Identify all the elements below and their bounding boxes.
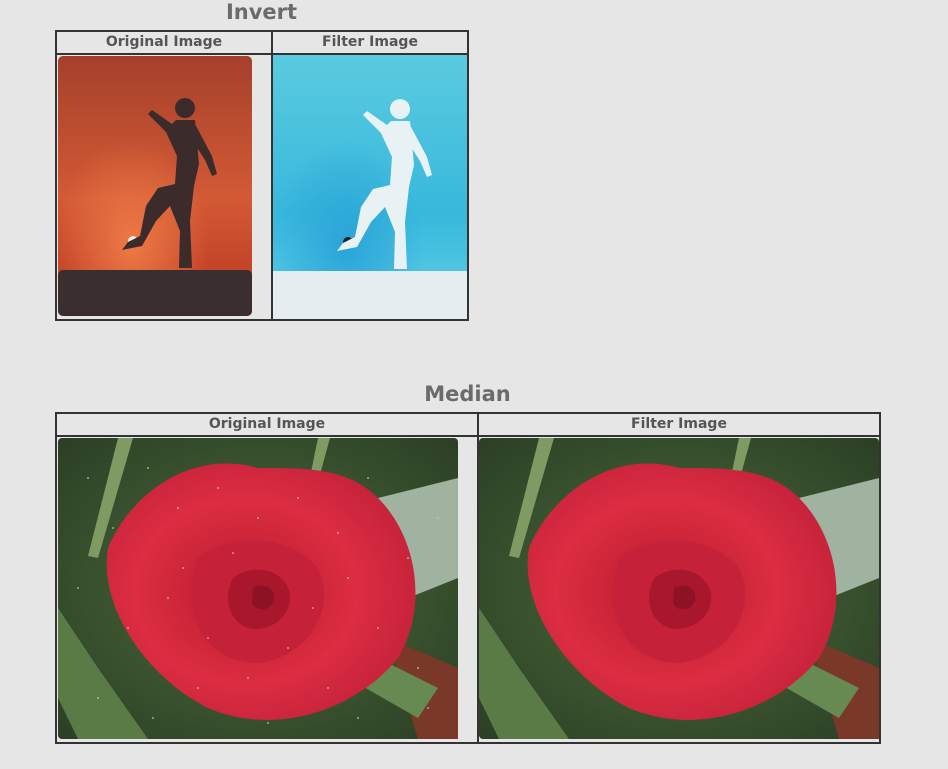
invert-filter-image xyxy=(273,55,467,319)
median-filter-cell xyxy=(477,435,881,744)
invert-original-cell xyxy=(55,53,273,321)
invert-filter-header: Filter Image xyxy=(271,30,469,55)
invert-original-header: Original Image xyxy=(55,30,273,55)
section-title-invert: Invert xyxy=(225,0,298,24)
invert-original-image xyxy=(58,56,270,316)
median-original-header: Original Image xyxy=(55,412,479,437)
invert-filter-cell xyxy=(271,53,469,321)
section-title-median: Median xyxy=(424,382,511,406)
median-comparison-table: Original Image Filter Image xyxy=(55,412,881,744)
median-original-cell xyxy=(55,435,479,744)
median-original-image xyxy=(58,438,476,739)
median-filter-image xyxy=(479,438,879,739)
median-filter-header: Filter Image xyxy=(477,412,881,437)
invert-comparison-table: Original Image Filter Image xyxy=(55,30,469,321)
